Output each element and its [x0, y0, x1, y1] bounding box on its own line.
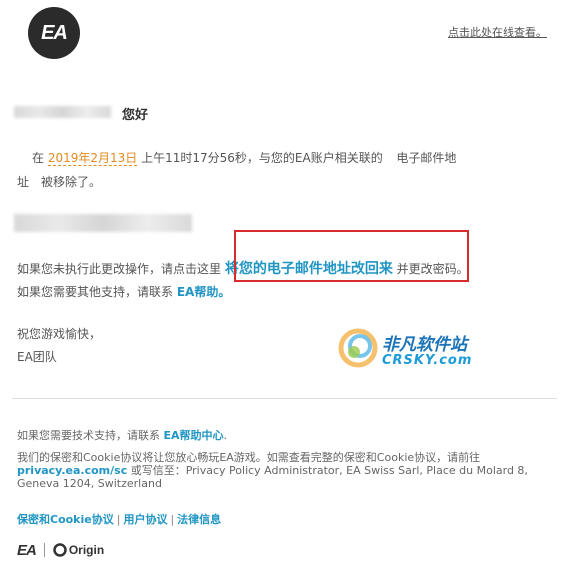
notice-line2: 址 被移除了。	[17, 175, 102, 189]
tech-support-line: 如果您需要技术支持，请联系 EA帮助中心.	[17, 429, 227, 442]
tech-support-text: 如果您需要技术支持，请联系	[17, 429, 160, 442]
view-online-link[interactable]: 点击此处在线查看。	[448, 24, 547, 40]
footer-divider	[12, 398, 557, 399]
signoff-line2: EA团队	[17, 350, 57, 364]
support-text: 如果您需要其他支持，请联系	[17, 285, 174, 299]
change-notice: 在 2019年2月13日 上午11时17分56秒，与您的EA账户相关联的 电子邮…	[32, 146, 532, 170]
privacy-line3: Geneva 1204, Switzerland	[17, 477, 162, 490]
notice-line1-tail: 电子邮件地	[396, 151, 457, 165]
action-text: 如果您未执行此更改操作，请点击这里	[17, 262, 222, 276]
privacy-line2: privacy.ea.com/sc 或写信至：Privacy Policy Ad…	[17, 464, 537, 477]
highlight-box	[234, 230, 469, 282]
notice-prefix: 在	[32, 151, 45, 165]
origin-brand-logo: Origin	[68, 543, 105, 557]
ea-help-center-link[interactable]: EA帮助中心	[164, 429, 224, 442]
watermark-subtitle: CRSKY.com	[382, 353, 473, 368]
redacted-email-block	[14, 214, 192, 232]
user-agreement-link[interactable]: 用户协议	[123, 513, 167, 526]
ea-brand-logo: EA	[17, 541, 37, 559]
origin-logo-icon	[53, 543, 67, 557]
notice-time: 上午11时17分56秒，与您的EA账户相关联的	[141, 151, 383, 165]
ea-logo: EA	[28, 7, 80, 59]
privacy-cookie-link[interactable]: 保密和Cookie协议	[17, 513, 114, 526]
support-paragraph: 如果您需要其他支持，请联系 EA帮助。	[17, 280, 230, 304]
privacy-paragraph: 我们的保密和Cookie协议将让您放心畅玩EA游戏。如需查看完整的保密和Cook…	[17, 451, 537, 490]
change-date: 2019年2月13日	[47, 151, 138, 166]
tech-support-end: .	[223, 429, 228, 442]
privacy-link[interactable]: privacy.ea.com/sc	[17, 464, 127, 477]
brand-divider	[43, 543, 45, 557]
brand-logos: EA Origin	[17, 541, 104, 559]
greeting: 您好	[122, 108, 149, 123]
privacy-line1: 我们的保密和Cookie协议将让您放心畅玩EA游戏。如需查看完整的保密和Cook…	[17, 451, 481, 464]
separator: |	[170, 513, 175, 526]
redacted-username	[14, 106, 111, 118]
privacy-address: 或写信至：Privacy Policy Administrator, EA Sw…	[130, 464, 528, 477]
signoff-line1: 祝您游戏愉快，	[17, 327, 102, 341]
legal-links: 保密和Cookie协议 | 用户协议 | 法律信息	[17, 513, 221, 526]
watermark-title: 非凡软件站	[382, 335, 467, 355]
legal-info-link[interactable]: 法律信息	[177, 513, 221, 526]
watermark-swirl-icon	[338, 328, 378, 368]
separator: |	[116, 513, 121, 526]
ea-help-link[interactable]: EA帮助。	[177, 285, 231, 299]
